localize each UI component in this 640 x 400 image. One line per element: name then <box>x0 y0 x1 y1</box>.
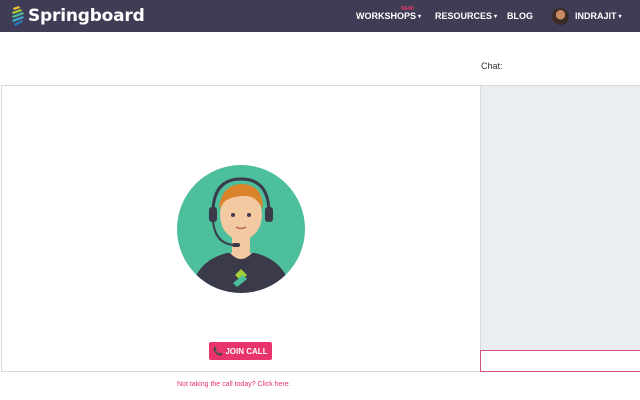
springboard-logo-icon <box>12 6 24 26</box>
chat-message-input[interactable] <box>480 350 640 372</box>
caret-down-icon: ▾ <box>418 13 422 20</box>
nav-workshops[interactable]: WORKSHOPS ▾ <box>356 0 421 32</box>
nav-workshops-label: WORKSHOPS <box>356 11 417 21</box>
chat-messages-panel <box>480 85 640 351</box>
top-navigation-bar: Springboard NEW! WORKSHOPS ▾ RESOURCES ▾… <box>0 0 640 32</box>
user-avatar <box>552 7 569 25</box>
nav-resources-label: RESOURCES <box>435 11 493 21</box>
join-call-label: JOIN CALL <box>225 346 268 356</box>
phone-icon: 📞 <box>213 346 224 356</box>
user-name: INDRAJIT <box>575 11 617 21</box>
brand-name: Springboard <box>28 6 145 26</box>
join-call-button[interactable]: 📞 JOIN CALL <box>209 342 272 360</box>
chat-label: Chat: <box>481 61 503 71</box>
caret-down-icon: ▾ <box>618 13 622 20</box>
nav-blog[interactable]: BLOG <box>507 0 533 32</box>
support-agent-avatar <box>177 165 305 293</box>
springboard-logo[interactable]: Springboard <box>11 5 145 27</box>
skip-call-link[interactable]: Not taking the call today? Click here. <box>177 381 291 388</box>
nav-resources[interactable]: RESOURCES ▾ <box>435 0 497 32</box>
nav-blog-label: BLOG <box>507 11 533 21</box>
caret-down-icon: ▾ <box>494 13 498 20</box>
user-menu[interactable]: INDRAJIT ▾ <box>552 0 622 32</box>
